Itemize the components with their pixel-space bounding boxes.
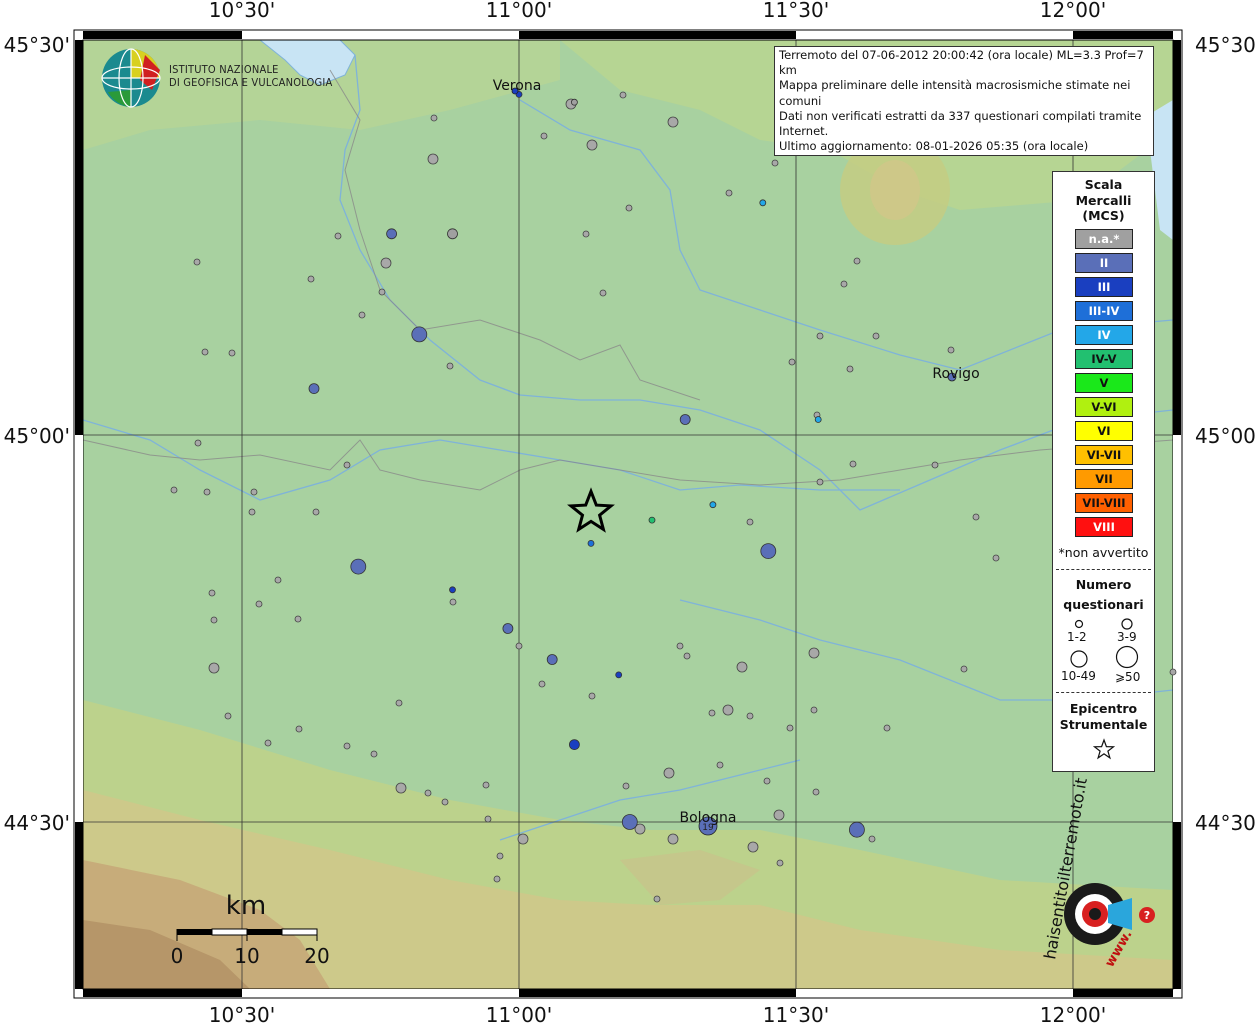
intensity-point <box>709 501 717 509</box>
lon-label-bottom: 11°30' <box>763 1003 829 1024</box>
intensity-point <box>411 326 428 343</box>
intensity-point <box>308 383 320 395</box>
scale-unit: km <box>226 891 266 921</box>
intensity-point <box>648 516 656 524</box>
event-info-box: Terremoto del 07-06-2012 20:00:42 (ora l… <box>774 46 1154 157</box>
city-label-verona: Verona <box>493 78 542 94</box>
legend-swatch: V-VI <box>1075 397 1133 417</box>
bologna-count: 19 <box>702 823 714 833</box>
ingv-logo-icon <box>101 48 161 108</box>
size-symbol <box>1121 618 1133 630</box>
event-info-line: Ultimo aggiornamento: 08-01-2026 05:35 (… <box>779 139 1089 154</box>
event-info-line: Terremoto del 07-06-2012 20:00:42 (ora l… <box>779 48 1144 78</box>
institute-line: DI GEOFISICA E VULCANOLOGIA <box>169 76 333 89</box>
scale-tick: 20 <box>304 944 329 968</box>
scale-segment <box>177 929 212 935</box>
lon-label-top: 11°30' <box>763 0 829 22</box>
legend-swatch: IV <box>1075 325 1133 345</box>
legend-swatch: VIII <box>1075 517 1133 537</box>
epicenter-legend-title: Epicentro Strumentale <box>1053 701 1154 733</box>
size-label: 3-9 <box>1117 630 1137 644</box>
event-info-line: Dati non verificati estratti da 337 ques… <box>779 108 1142 139</box>
intensity-point <box>679 414 691 425</box>
legend-swatch: VI-VII <box>1075 445 1133 465</box>
legend-swatch: IV-V <box>1075 349 1133 369</box>
intensity-point <box>571 98 578 106</box>
epicenter-legend-star-icon <box>1093 738 1115 760</box>
lat-label-left: 44°30' <box>4 811 70 835</box>
lon-label-top: 12°00' <box>1040 0 1106 22</box>
intensity-point <box>621 814 638 830</box>
intensity-point <box>350 558 367 575</box>
lon-label-top: 11°00' <box>486 0 552 22</box>
intensity-point <box>386 228 398 240</box>
size-symbol <box>1115 645 1139 669</box>
legend-swatch: VII <box>1075 469 1133 489</box>
legend-title: Scala Mercalli (MCS) <box>1053 177 1154 224</box>
scale-segment <box>211 928 248 936</box>
svg-text:?: ? <box>1144 909 1150 922</box>
scale-segment <box>281 928 318 936</box>
questionnaires-title: Numero questionari <box>1053 575 1154 615</box>
legend-title-line: Scala <box>1084 177 1123 192</box>
intensity-point <box>760 543 777 559</box>
legend-swatch: n.a.* <box>1075 229 1133 249</box>
lon-label-top: 10°30' <box>209 0 275 22</box>
size-label: ⩾50 <box>1115 670 1141 684</box>
legend-swatch: VI <box>1075 421 1133 441</box>
legend-subtitle-line: Numero <box>1075 577 1132 592</box>
institute-name: ISTITUTO NAZIONALE DI GEOFISICA E VULCAN… <box>169 63 332 89</box>
legend-swatch: V <box>1075 373 1133 393</box>
lon-label-bottom: 12°00' <box>1040 1003 1106 1024</box>
size-symbol <box>1074 619 1084 629</box>
intensity-point <box>447 228 458 240</box>
lat-label-right: 45°00' <box>1195 424 1256 448</box>
intensity-point <box>569 739 580 750</box>
size-label: 1-2 <box>1067 630 1087 644</box>
lat-label-right: 45°30' <box>1195 33 1256 57</box>
intensity-legend: Scala Mercalli (MCS) n.a.* II III III-IV IV I… <box>1052 171 1155 772</box>
scale-tick: 10 <box>234 944 259 968</box>
legend-subtitle-line: Epicentro <box>1069 701 1138 716</box>
lat-label-left: 45°30' <box>4 33 70 57</box>
intensity-point <box>546 654 558 665</box>
city-label-rovigo: Rovigo <box>932 366 979 382</box>
institute-line: ISTITUTO NAZIONALE <box>169 63 279 76</box>
size-symbol <box>1070 650 1088 668</box>
lat-label-left: 45°00' <box>4 424 70 448</box>
intensity-point <box>587 540 595 547</box>
intensity-point <box>449 586 456 594</box>
scale-tick: 0 <box>171 944 184 968</box>
scale-segment <box>247 929 282 935</box>
legend-subtitle-line: Strumentale <box>1059 717 1148 732</box>
legend-title-line: (MCS) <box>1082 208 1125 223</box>
intensity-point <box>814 416 822 423</box>
intensity-point <box>849 821 865 838</box>
legend-swatch: III <box>1075 277 1133 297</box>
legend-title-line: Mercalli <box>1075 192 1132 208</box>
legend-swatch: VII-VIII <box>1075 493 1133 513</box>
terrain-layer <box>83 40 1173 989</box>
intensity-point <box>615 671 623 679</box>
intensity-point <box>759 199 767 207</box>
legend-swatch: III-IV <box>1075 301 1133 321</box>
event-info-line: Mappa preliminare delle intensità macros… <box>779 78 1131 108</box>
size-label: 10-49 <box>1061 669 1096 683</box>
lat-label-right: 44°30' <box>1195 811 1256 835</box>
not-felt-note: *non avvertito <box>1058 545 1149 560</box>
legend-swatch: II <box>1075 253 1133 273</box>
lon-label-bottom: 10°30' <box>209 1003 275 1024</box>
lon-label-bottom: 11°00' <box>486 1003 552 1024</box>
intensity-point <box>502 623 514 634</box>
